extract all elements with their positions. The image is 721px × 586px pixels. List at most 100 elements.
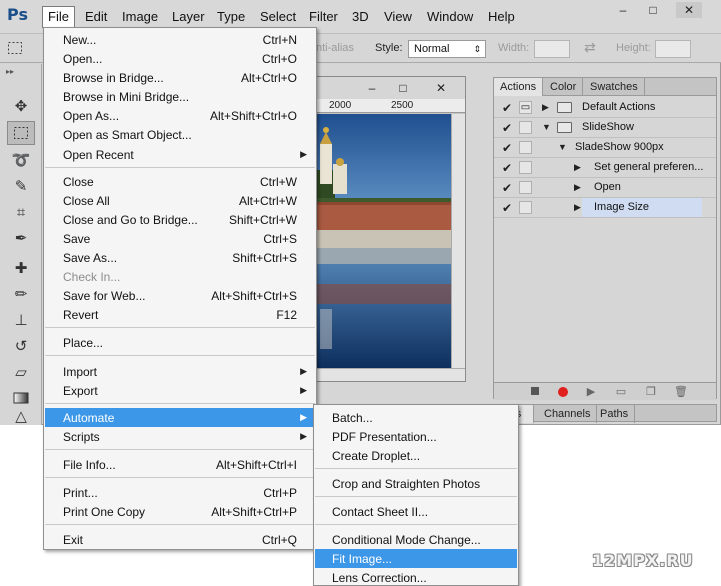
eraser-tool-icon[interactable]: ▱: [7, 360, 35, 384]
menu-item-open-as[interactable]: Open As... Alt+Shift+Ctrl+O: [45, 106, 315, 125]
menu-item-file-info[interactable]: File Info... Alt+Shift+Ctrl+I: [45, 455, 315, 474]
trash-icon[interactable]: 🗑: [674, 386, 688, 398]
menu-item-save[interactable]: Save Ctrl+S: [45, 229, 315, 248]
menu-item-create-droplet[interactable]: Create Droplet...: [315, 446, 517, 465]
move-tool-icon[interactable]: ✥: [7, 94, 35, 118]
style-select[interactable]: Normal ⇕: [408, 40, 486, 58]
toggle-check-icon[interactable]: ✔: [500, 141, 514, 155]
toggle-check-icon[interactable]: ✔: [500, 121, 514, 135]
menu-item-close-and-go-to-bridge[interactable]: Close and Go to Bridge... Shift+Ctrl+W: [45, 210, 315, 229]
stamp-tool-icon[interactable]: ⊥: [7, 308, 35, 332]
width-input[interactable]: [534, 40, 570, 58]
tab-channels[interactable]: Channels: [538, 405, 598, 423]
menu-item-exit[interactable]: Exit Ctrl+Q: [45, 530, 315, 549]
swap-icon[interactable]: ⇄: [584, 39, 596, 56]
menu-window[interactable]: Window: [422, 8, 478, 26]
menu-item-fit-image[interactable]: Fit Image...: [315, 549, 517, 568]
healing-tool-icon[interactable]: ✚: [7, 256, 35, 280]
action-row-open[interactable]: ✔ ▶ Open: [494, 178, 716, 198]
menu-item-revert[interactable]: Revert F12: [45, 305, 315, 324]
expand-icon[interactable]: ▶: [574, 162, 584, 172]
marquee-tool-icon[interactable]: [7, 121, 35, 145]
menu-item-new[interactable]: New... Ctrl+N: [45, 30, 315, 49]
menu-item-scripts[interactable]: Scripts ▶: [45, 427, 315, 446]
menu-file[interactable]: File: [42, 6, 75, 28]
menu-item-place[interactable]: Place...: [45, 333, 315, 352]
menu-item-save-for-web[interactable]: Save for Web... Alt+Shift+Ctrl+S: [45, 286, 315, 305]
tab-swatches[interactable]: Swatches: [584, 78, 645, 96]
collapse-arrow-icon[interactable]: ▼: [558, 142, 568, 152]
menu-view[interactable]: View: [379, 8, 417, 26]
menu-item-batch[interactable]: Batch...: [315, 408, 517, 427]
menu-select[interactable]: Select: [255, 8, 301, 26]
menu-filter[interactable]: Filter: [304, 8, 343, 26]
action-row-image-size[interactable]: ✔ ▶ Image Size: [494, 198, 716, 218]
folder-icon[interactable]: ▭: [614, 386, 628, 398]
dialog-toggle-icon[interactable]: [519, 201, 532, 214]
action-row-slideshow[interactable]: ✔ ▼ SlideShow: [494, 118, 716, 138]
maximize-button[interactable]: □: [640, 2, 666, 18]
collapse-arrow-icon[interactable]: ▼: [542, 122, 552, 132]
menu-item-pdf-presentation[interactable]: PDF Presentation...: [315, 427, 517, 446]
menu-help[interactable]: Help: [483, 8, 520, 26]
close-button[interactable]: ✕: [676, 2, 702, 18]
menu-item-contact-sheet-ii[interactable]: Contact Sheet II...: [315, 502, 517, 521]
menu-item-save-as[interactable]: Save As... Shift+Ctrl+S: [45, 248, 315, 267]
menu-edit[interactable]: Edit: [80, 8, 112, 26]
vertical-scrollbar[interactable]: [451, 114, 465, 368]
minimize-button[interactable]: –: [610, 2, 636, 18]
menu-item-crop-and-straighten-photos[interactable]: Crop and Straighten Photos: [315, 474, 517, 493]
menu-item-print[interactable]: Print... Ctrl+P: [45, 483, 315, 502]
eyedropper-tool-icon[interactable]: ✒: [7, 226, 35, 250]
doc-maximize-button[interactable]: □: [392, 80, 414, 96]
action-row-set-general-preferences[interactable]: ✔ ▶ Set general preferen...: [494, 158, 716, 178]
toggle-check-icon[interactable]: ✔: [500, 181, 514, 195]
record-icon[interactable]: [556, 386, 570, 398]
tool-preset-icon[interactable]: [4, 36, 26, 60]
tab-paths[interactable]: Paths: [594, 405, 636, 423]
history-brush-tool-icon[interactable]: ↺: [7, 334, 35, 358]
horizontal-scrollbar[interactable]: [317, 368, 465, 381]
quick-selection-tool-icon[interactable]: ✎: [7, 174, 35, 198]
menu-image[interactable]: Image: [117, 8, 163, 26]
toggle-check-icon[interactable]: ✔: [500, 161, 514, 175]
action-row-default-actions[interactable]: ✔ ▭ ▶ Default Actions: [494, 98, 716, 118]
menu-3d[interactable]: 3D: [347, 8, 374, 26]
stop-icon[interactable]: [528, 386, 542, 398]
collapse-icon[interactable]: ▸▸: [6, 67, 14, 76]
menu-type[interactable]: Type: [212, 8, 250, 26]
menu-item-export[interactable]: Export ▶: [45, 381, 315, 400]
menu-item-import[interactable]: Import ▶: [45, 362, 315, 381]
expand-icon[interactable]: ▶: [574, 202, 584, 212]
menu-item-close[interactable]: Close Ctrl+W: [45, 172, 315, 191]
menu-item-open-as-smart-object[interactable]: Open as Smart Object...: [45, 125, 315, 144]
dialog-toggle-icon[interactable]: [519, 141, 532, 154]
brush-tool-icon[interactable]: ✏: [7, 282, 35, 306]
menu-item-lens-correction[interactable]: Lens Correction...: [315, 568, 517, 586]
menu-item-open[interactable]: Open... Ctrl+O: [45, 49, 315, 68]
dialog-toggle-icon[interactable]: [519, 161, 532, 174]
menu-item-open-recent[interactable]: Open Recent ▶: [45, 145, 315, 164]
blur-tool-icon[interactable]: △: [7, 408, 35, 425]
tab-color[interactable]: Color: [544, 78, 584, 96]
crop-tool-icon[interactable]: ⌗: [7, 200, 35, 224]
menu-item-browse-in-bridge[interactable]: Browse in Bridge... Alt+Ctrl+O: [45, 68, 315, 87]
doc-close-button[interactable]: ✕: [430, 80, 452, 96]
tab-actions[interactable]: Actions: [494, 78, 544, 96]
toggle-check-icon[interactable]: ✔: [500, 101, 514, 115]
action-row-slideshow-900px[interactable]: ✔ ▼ SladeShow 900px: [494, 138, 716, 158]
dialog-toggle-icon[interactable]: [519, 181, 532, 194]
menu-item-close-all[interactable]: Close All Alt+Ctrl+W: [45, 191, 315, 210]
dialog-toggle-icon[interactable]: ▭: [519, 101, 532, 114]
toggle-check-icon[interactable]: ✔: [500, 201, 514, 215]
menu-item-print-one-copy[interactable]: Print One Copy Alt+Shift+Ctrl+P: [45, 502, 315, 521]
menu-layer[interactable]: Layer: [167, 8, 210, 26]
menu-item-automate[interactable]: Automate ▶: [45, 408, 315, 427]
new-action-icon[interactable]: ❐: [644, 386, 658, 398]
menu-item-conditional-mode-change[interactable]: Conditional Mode Change...: [315, 530, 517, 549]
doc-minimize-button[interactable]: –: [361, 80, 383, 96]
dialog-toggle-icon[interactable]: [519, 121, 532, 134]
play-icon[interactable]: ▶: [584, 386, 598, 398]
expand-icon[interactable]: ▶: [542, 102, 552, 112]
lasso-tool-icon[interactable]: ➰: [7, 148, 35, 172]
